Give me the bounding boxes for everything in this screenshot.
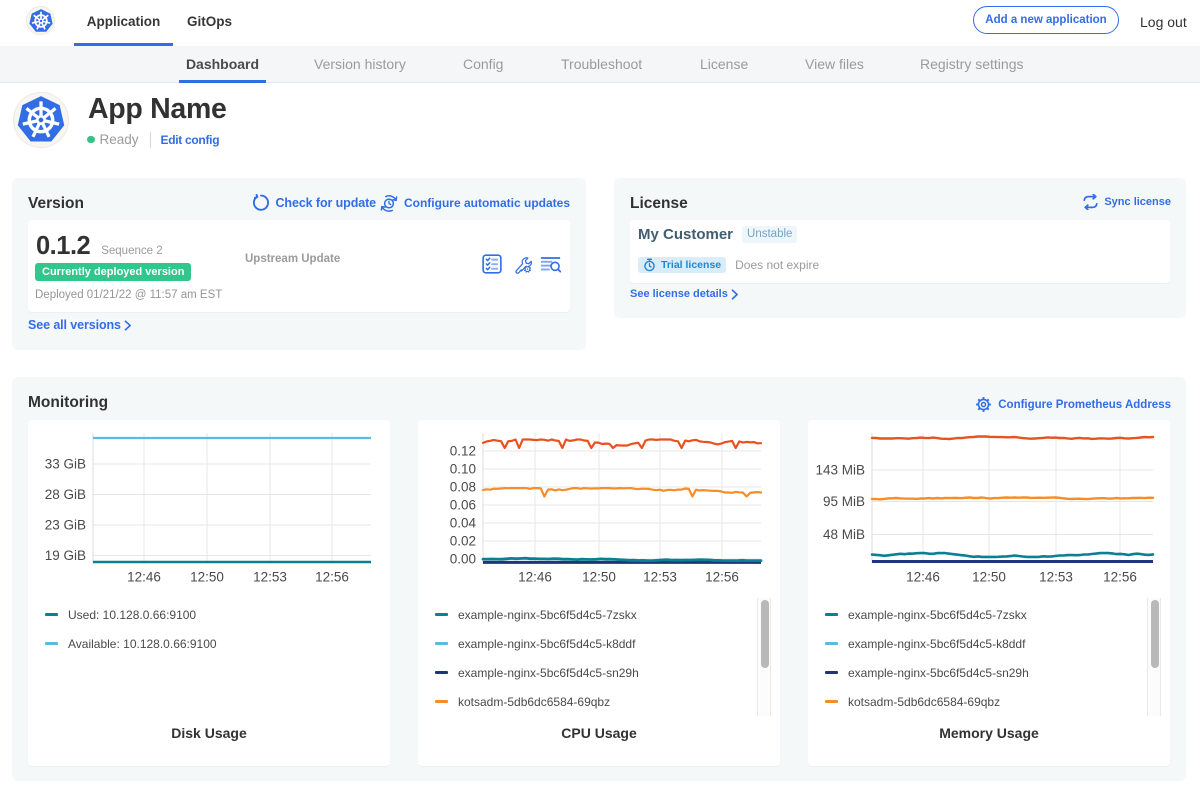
svg-text:12:46: 12:46 [906,570,940,585]
svg-text:12:50: 12:50 [190,570,224,585]
svg-text:12:50: 12:50 [582,570,616,585]
svg-text:12:56: 12:56 [705,570,739,585]
svg-text:12:46: 12:46 [127,570,161,585]
svg-text:48 MiB: 48 MiB [823,527,865,542]
svg-text:12:53: 12:53 [1039,570,1073,585]
svg-text:0.04: 0.04 [450,516,477,531]
svg-text:12:50: 12:50 [972,570,1006,585]
svg-text:0.02: 0.02 [450,534,476,549]
svg-text:0.10: 0.10 [450,462,476,477]
svg-text:0.06: 0.06 [450,498,476,513]
svg-text:12:53: 12:53 [253,570,287,585]
svg-text:12:53: 12:53 [643,570,677,585]
svg-text:23 GiB: 23 GiB [45,518,86,533]
svg-text:95 MiB: 95 MiB [823,494,865,509]
svg-text:12:46: 12:46 [518,570,552,585]
svg-text:0.00: 0.00 [450,552,476,567]
svg-text:28 GiB: 28 GiB [45,487,86,502]
svg-text:143 MiB: 143 MiB [815,463,865,478]
svg-text:33 GiB: 33 GiB [45,457,86,472]
svg-text:19 GiB: 19 GiB [45,548,86,563]
svg-text:12:56: 12:56 [315,570,349,585]
svg-text:0.08: 0.08 [450,480,476,495]
svg-text:12:56: 12:56 [1103,570,1137,585]
svg-text:0.12: 0.12 [450,444,476,459]
